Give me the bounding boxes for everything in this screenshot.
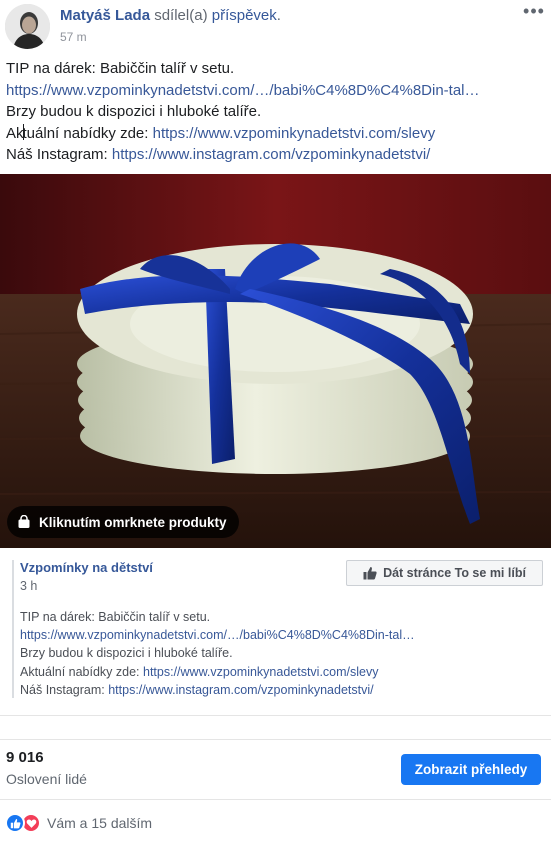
reach-label: Oslovení lidé — [6, 771, 87, 787]
reactions-summary[interactable]: Vám a 15 dalším — [5, 812, 152, 834]
more-options-icon[interactable]: ••• — [523, 2, 545, 20]
shopping-bag-icon — [18, 515, 30, 528]
shared-offers-link[interactable]: https://www.vzpominkynadetstvi.com/slevy — [143, 665, 379, 679]
offers-link[interactable]: https://www.vzpominkynadetstvi.com/slevy — [153, 125, 436, 142]
post-timestamp[interactable]: 57 m — [60, 30, 87, 44]
divider — [0, 799, 551, 800]
shared-line: Brzy budou k dispozici i hluboké talíře. — [20, 646, 233, 661]
view-insights-button[interactable]: Zobrazit přehledy — [401, 754, 541, 785]
shared-instagram-link[interactable]: https://www.instagram.com/vzpominkynadet… — [108, 683, 373, 697]
author-avatar[interactable] — [5, 4, 50, 49]
like-page-button[interactable]: Dát stránce To se mi líbí — [346, 560, 543, 586]
shared-text: TIP na dárek: Babiččin talíř v setu. htt… — [20, 608, 540, 699]
shared-page-preview: Vzpomínky na dětství 3 h Dát stránce To … — [12, 560, 547, 698]
thumbs-up-icon — [363, 567, 377, 580]
like-reaction-icon — [5, 813, 25, 833]
post-line: TIP na dárek: Babiččin talíř v setu. — [6, 60, 235, 77]
shared-line: TIP na dárek: Babiččin talíř v setu. — [20, 610, 211, 624]
shared-product-link[interactable]: https://www.vzpominkynadetstvi.com/…/bab… — [20, 626, 540, 644]
page-name[interactable]: Vzpomínky na dětství — [20, 560, 153, 575]
shared-offers-prefix: Aktuální nabídky zde: — [20, 664, 143, 679]
instagram-link[interactable]: https://www.instagram.com/vzpominkynadet… — [112, 146, 430, 163]
like-page-label: Dát stránce To se mi líbí — [383, 566, 526, 580]
shared-instagram-prefix: Náš Instagram: — [20, 682, 109, 697]
shared-offers-line: Aktuální nabídky zde: https://www.vzpomi… — [20, 663, 540, 681]
author-name[interactable]: Matyáš Lada — [60, 7, 150, 24]
reach-count: 9 016 — [6, 749, 44, 766]
divider — [0, 739, 551, 740]
post-photo[interactable]: Kliknutím omrknete produkty — [0, 174, 551, 548]
page-timestamp[interactable]: 3 h — [20, 579, 37, 593]
reaction-summary-text: Vám a 15 dalším — [47, 815, 153, 831]
action-end: . — [276, 7, 281, 24]
action-text: sdílel(a) — [150, 7, 212, 24]
post-offers-line: Aktuální nabídky zde: https://www.vzpomi… — [6, 123, 546, 145]
product-tag-label: Kliknutím omrknete produkty — [39, 514, 227, 530]
shared-post: Matyáš Lada sdílel(a) příspěvek. 57 m ••… — [0, 0, 551, 845]
product-tag-button[interactable]: Kliknutím omrknete produkty — [7, 506, 239, 538]
author-line: Matyáš Lada sdílel(a) příspěvek. — [60, 7, 281, 24]
offers-prefix-b: tuální nabídky zde: — [22, 124, 153, 142]
post-line: Brzy budou k dispozici i hluboké talíře. — [6, 103, 262, 120]
instagram-prefix: Náš Instagram: — [6, 146, 112, 163]
post-product-link[interactable]: https://www.vzpominkynadetstvi.com/…/bab… — [6, 80, 546, 102]
post-text: TIP na dárek: Babiččin talíř v setu. htt… — [6, 58, 546, 166]
offers-prefix-a: Ak — [6, 124, 24, 142]
shared-post-link[interactable]: příspěvek — [212, 7, 277, 24]
post-instagram-line: Náš Instagram: https://www.instagram.com… — [6, 144, 546, 166]
plates-photo — [0, 174, 551, 548]
shared-instagram-line: Náš Instagram: https://www.instagram.com… — [20, 681, 540, 699]
divider — [0, 715, 551, 716]
